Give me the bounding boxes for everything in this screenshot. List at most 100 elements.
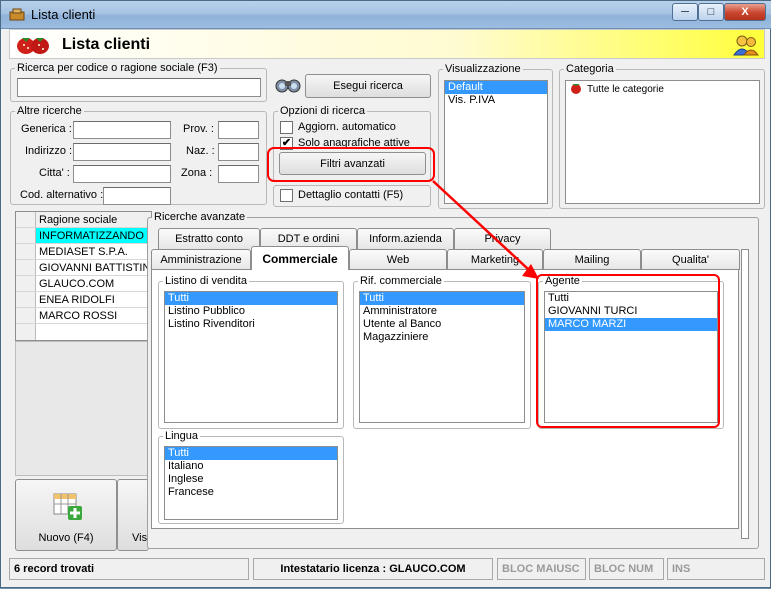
row-selector[interactable] bbox=[16, 308, 36, 323]
tab-marketing[interactable]: Marketing bbox=[447, 249, 543, 270]
users-icon[interactable] bbox=[733, 33, 759, 57]
tab-amministrazione[interactable]: Amministrazione bbox=[151, 249, 251, 270]
table-row[interactable]: MEDIASET S.P.A. bbox=[36, 244, 151, 259]
close-button[interactable]: X bbox=[724, 3, 766, 21]
citta-input[interactable] bbox=[73, 165, 171, 183]
view-group: Visualizzazione Default Vis. P.IVA bbox=[438, 63, 553, 209]
advanced-search-legend: Ricerche avanzate bbox=[152, 211, 248, 223]
indirizzo-label: Indirizzo : bbox=[25, 145, 73, 157]
window-title: Lista clienti bbox=[31, 7, 96, 22]
grid-header[interactable]: Ragione sociale bbox=[36, 212, 151, 227]
lingua-list[interactable]: Tutti Italiano Inglese Francese bbox=[164, 446, 338, 520]
new-record-icon bbox=[52, 492, 82, 525]
other-search-group: Altre ricerche Generica : Indirizzo : Ci… bbox=[10, 105, 267, 205]
listino-list[interactable]: Tutti Listino Pubblico Listino Rivendito… bbox=[164, 291, 338, 423]
naz-label: Naz. : bbox=[186, 145, 215, 157]
execute-search-button[interactable]: Esegui ricerca bbox=[305, 74, 431, 98]
contact-detail-label: Dettaglio contatti (F5) bbox=[298, 189, 404, 201]
tab-web[interactable]: Web bbox=[349, 249, 447, 270]
tab-mailing[interactable]: Mailing bbox=[543, 249, 641, 270]
prov-label: Prov. : bbox=[183, 123, 214, 135]
rif-commerciale-group: Rif. commerciale Tutti Amministratore Ut… bbox=[353, 275, 531, 429]
license-holder: Intestatario licenza : GLAUCO.COM bbox=[253, 558, 493, 580]
tab-estratto-conto[interactable]: Estratto conto bbox=[158, 228, 260, 249]
lingua-item[interactable]: Francese bbox=[165, 486, 337, 499]
code-search-input[interactable] bbox=[17, 78, 261, 97]
generica-label: Generica : bbox=[21, 123, 72, 135]
highlight-outline bbox=[267, 147, 435, 182]
view-item-piva[interactable]: Vis. P.IVA bbox=[445, 94, 547, 107]
citta-label: Citta' : bbox=[39, 167, 70, 179]
zona-input[interactable] bbox=[218, 165, 259, 183]
rif-commerciale-list[interactable]: Tutti Amministratore Utente al Banco Mag… bbox=[359, 291, 525, 423]
rif-item[interactable]: Magazziniere bbox=[360, 331, 524, 344]
lingua-item[interactable]: Tutti bbox=[165, 447, 337, 460]
table-row[interactable]: MARCO ROSSI bbox=[36, 308, 151, 323]
rif-item[interactable]: Utente al Banco bbox=[360, 318, 524, 331]
table-row[interactable]: GIOVANNI BATTISTIN bbox=[36, 260, 151, 275]
indirizzo-input[interactable] bbox=[73, 143, 171, 161]
maximize-button[interactable]: □ bbox=[698, 3, 724, 21]
new-client-button[interactable]: Nuovo (F4) bbox=[15, 479, 117, 551]
page-title: Lista clienti bbox=[62, 36, 151, 53]
category-group: Categoria Tutte le categorie bbox=[559, 63, 765, 209]
cod-alt-input[interactable] bbox=[103, 187, 171, 205]
listino-group: Listino di vendita Tutti Listino Pubblic… bbox=[158, 275, 344, 429]
table-row[interactable]: INFORMATIZZANDO S bbox=[36, 228, 151, 243]
num-lock-indicator: BLOC NUM bbox=[589, 558, 664, 580]
prov-input[interactable] bbox=[218, 121, 259, 139]
grid-corner bbox=[16, 212, 36, 227]
contact-detail-checkbox[interactable] bbox=[280, 189, 293, 202]
view-button[interactable]: Vis bbox=[117, 479, 149, 551]
tab-qualita[interactable]: Qualita' bbox=[641, 249, 740, 270]
cod-alt-label: Cod. alternativo : bbox=[20, 189, 104, 201]
auto-update-checkbox[interactable] bbox=[280, 121, 293, 134]
row-selector[interactable] bbox=[16, 260, 36, 275]
minimize-button[interactable]: ─ bbox=[672, 3, 698, 21]
binoculars-icon bbox=[274, 75, 302, 95]
listino-item[interactable]: Listino Rivenditori bbox=[165, 318, 337, 331]
lingua-item[interactable]: Italiano bbox=[165, 460, 337, 473]
caps-lock-indicator: BLOC MAIUSC bbox=[497, 558, 586, 580]
rif-item[interactable]: Tutti bbox=[360, 292, 524, 305]
empty-row bbox=[36, 324, 151, 340]
view-list[interactable]: Default Vis. P.IVA bbox=[444, 80, 548, 204]
tab-privacy[interactable]: Privacy bbox=[454, 228, 551, 249]
record-count: 6 record trovati bbox=[9, 558, 249, 580]
row-selector[interactable] bbox=[16, 324, 36, 340]
clients-grid[interactable]: Ragione sociale INFORMATIZZANDO S MEDIAS… bbox=[15, 211, 152, 341]
auto-update-label: Aggiorn. automatico bbox=[298, 121, 396, 133]
category-list[interactable]: Tutte le categorie bbox=[565, 80, 760, 204]
row-selector[interactable] bbox=[16, 228, 36, 243]
table-row[interactable]: ENEA RIDOLFI bbox=[36, 292, 151, 307]
new-client-label: Nuovo (F4) bbox=[38, 532, 94, 544]
rif-item[interactable]: Amministratore bbox=[360, 305, 524, 318]
zona-label: Zona : bbox=[181, 167, 213, 179]
view-item-default[interactable]: Default bbox=[445, 81, 547, 94]
tab-inform-azienda[interactable]: Inform.azienda bbox=[357, 228, 454, 249]
row-selector[interactable] bbox=[16, 292, 36, 307]
listino-item[interactable]: Listino Pubblico bbox=[165, 305, 337, 318]
category-legend: Categoria bbox=[564, 63, 616, 75]
generica-input[interactable] bbox=[73, 121, 171, 139]
app-icon bbox=[9, 7, 25, 21]
lingua-item[interactable]: Inglese bbox=[165, 473, 337, 486]
insert-indicator: INS bbox=[667, 558, 765, 580]
view-legend: Visualizzazione bbox=[443, 63, 523, 75]
header-banner: Lista clienti bbox=[9, 29, 765, 59]
strawberry-icon bbox=[14, 34, 54, 56]
other-search-legend: Altre ricerche bbox=[15, 105, 84, 117]
naz-input[interactable] bbox=[218, 143, 259, 161]
title-bar: Lista clienti ─ □ X bbox=[1, 1, 771, 29]
code-search-legend: Ricerca per codice o ragione sociale (F3… bbox=[15, 62, 220, 74]
listino-item[interactable]: Tutti bbox=[165, 292, 337, 305]
category-item[interactable]: Tutte le categorie bbox=[566, 81, 759, 97]
tab-commerciale[interactable]: Commerciale bbox=[251, 246, 349, 270]
table-row[interactable]: GLAUCO.COM bbox=[36, 276, 151, 291]
row-selector[interactable] bbox=[16, 276, 36, 291]
tab-stack-edge bbox=[741, 249, 749, 539]
strawberry-small-icon bbox=[569, 81, 583, 98]
main-window: Lista clienti ─ □ X Lista clienti Ricerc… bbox=[0, 0, 771, 588]
search-options-legend: Opzioni di ricerca bbox=[278, 105, 367, 117]
row-selector[interactable] bbox=[16, 244, 36, 259]
